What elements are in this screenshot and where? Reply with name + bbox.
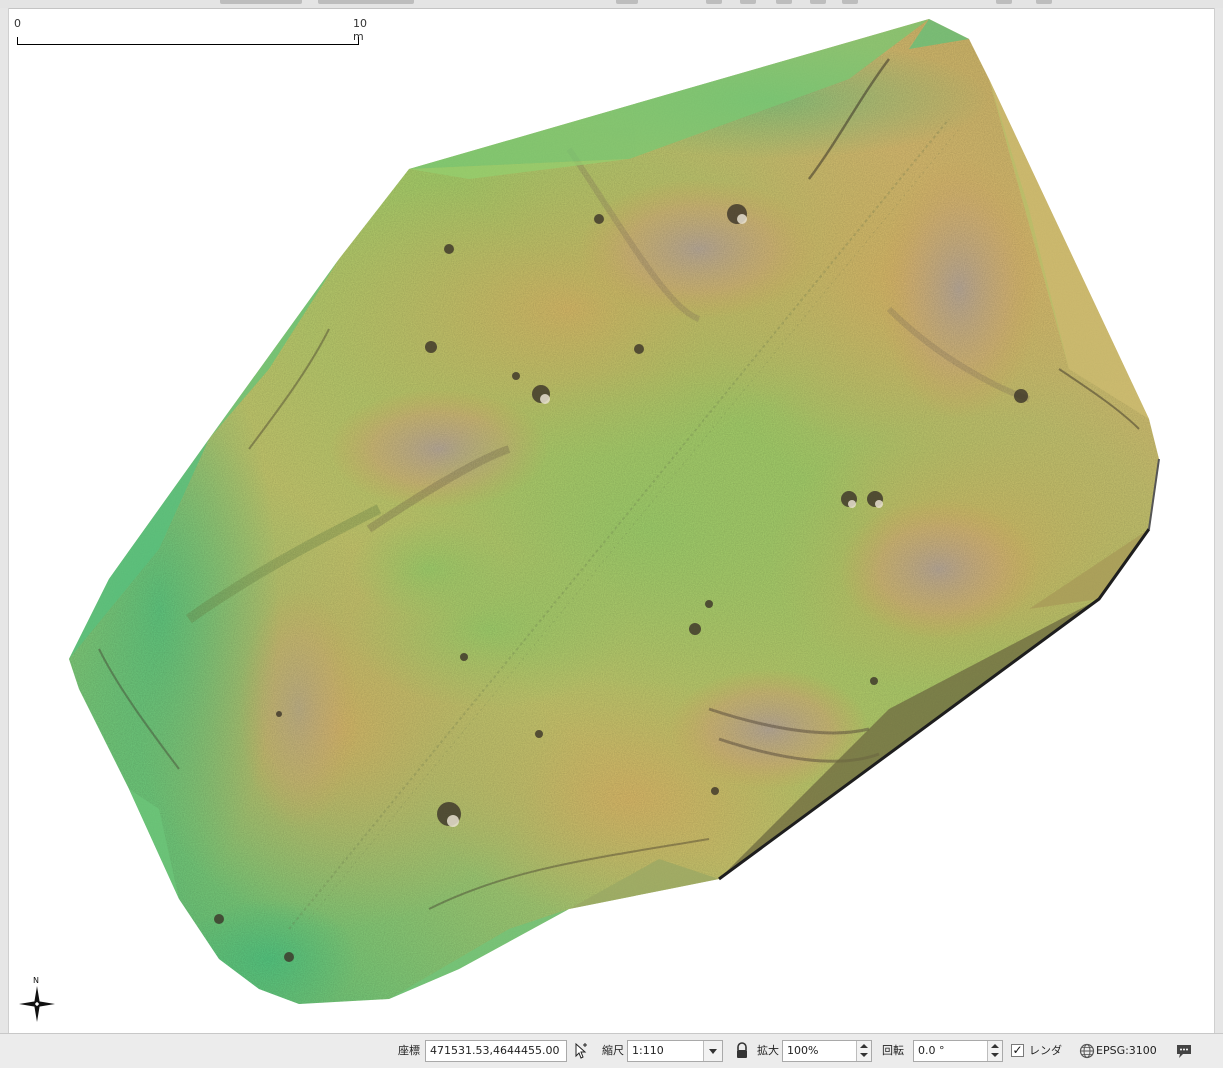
lock-icon[interactable] (733, 1042, 751, 1060)
toolbar-button-stub[interactable] (740, 0, 756, 4)
scale-label: 縮尺 (602, 1044, 624, 1057)
map-canvas[interactable]: 0 10 m N (9, 9, 1214, 1033)
status-bar: 座標 471531.53,4644455.00 縮尺 1:110 拡大 100%… (0, 1033, 1223, 1068)
toolbar-button-stub[interactable] (616, 0, 638, 4)
left-dock-edge[interactable] (0, 8, 9, 1033)
render-label: レンダ (1029, 1044, 1062, 1057)
toolbar-button-stub[interactable] (810, 0, 826, 4)
toolbar-combo-stub[interactable] (220, 0, 302, 4)
scale-bar-line (17, 37, 359, 45)
toolbar-combo-stub[interactable] (318, 0, 414, 4)
scale-bar-start-label: 0 (14, 17, 21, 30)
toolbar-button-stub[interactable] (996, 0, 1012, 4)
dem-hillshade-layer (69, 19, 1160, 1004)
spin-arrows-icon[interactable] (856, 1041, 871, 1061)
toolbar-button-stub[interactable] (1036, 0, 1052, 4)
globe-icon[interactable] (1078, 1042, 1096, 1060)
render-checkbox[interactable]: ✓ (1011, 1044, 1024, 1057)
north-arrow-icon: N (17, 974, 57, 1026)
north-label: N (33, 976, 39, 985)
mouse-pointer-icon[interactable] (572, 1042, 590, 1060)
magnifier-label: 拡大 (757, 1044, 779, 1057)
coordinate-field[interactable]: 471531.53,4644455.00 (425, 1040, 567, 1062)
scale-combo[interactable]: 1:110 (627, 1040, 723, 1062)
magnifier-value: 100% (787, 1044, 819, 1057)
rotation-value: 0.0 ° (918, 1044, 945, 1057)
chevron-down-icon[interactable] (703, 1041, 722, 1061)
message-bubble-icon[interactable] (1175, 1042, 1193, 1060)
toolbar-button-stub[interactable] (776, 0, 792, 4)
rotation-label: 回転 (882, 1044, 904, 1057)
coordinate-label: 座標 (398, 1044, 420, 1057)
scale-combo-value: 1:110 (632, 1044, 664, 1057)
crs-button[interactable]: EPSG:3100 (1096, 1040, 1157, 1062)
toolbar-strip (0, 0, 1223, 9)
right-dock-edge[interactable] (1214, 8, 1223, 1033)
spin-arrows-icon[interactable] (987, 1041, 1002, 1061)
magnifier-spinbox[interactable]: 100% (782, 1040, 872, 1062)
toolbar-button-stub[interactable] (842, 0, 858, 4)
scale-bar: 0 10 m (14, 15, 367, 45)
qgis-main-window: 0 10 m N 座標 471531.53,4644455.00 縮尺 1:11… (0, 0, 1223, 1068)
toolbar-button-stub[interactable] (706, 0, 722, 4)
rotation-spinbox[interactable]: 0.0 ° (913, 1040, 1003, 1062)
